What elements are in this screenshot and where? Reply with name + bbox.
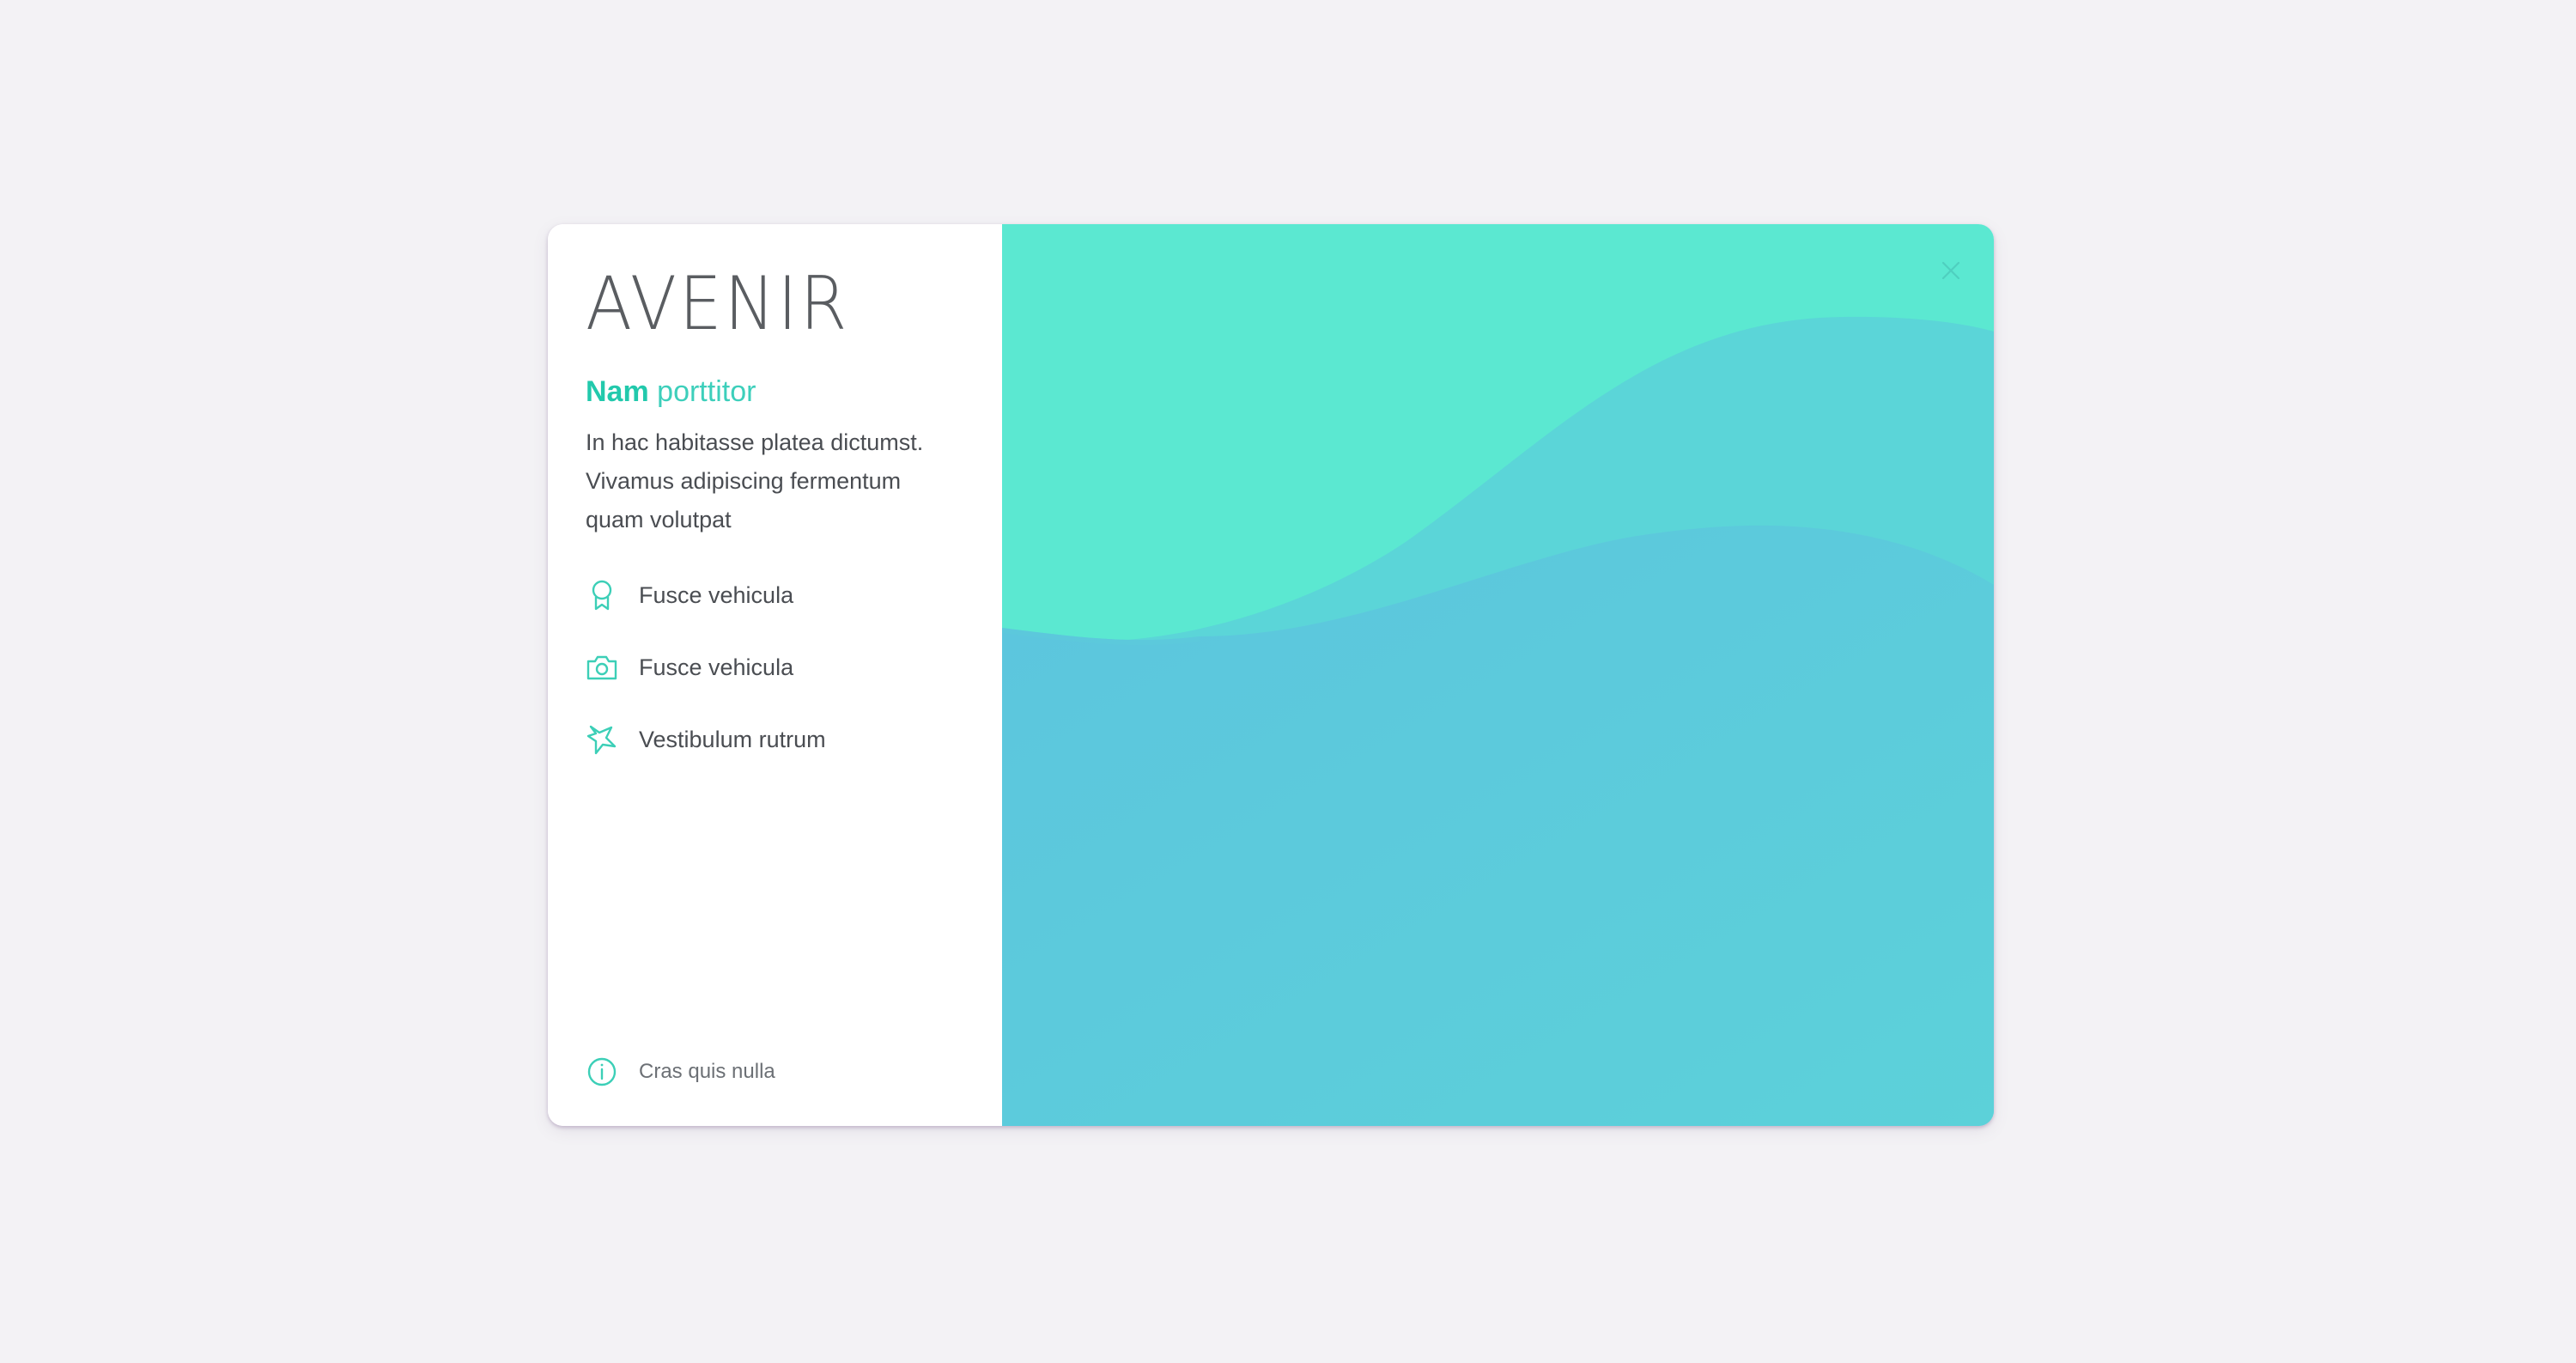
- award-ribbon-icon: [586, 579, 618, 612]
- camera-icon: [586, 651, 618, 684]
- headline: Nam porttitor: [586, 377, 756, 406]
- feature-label: Fusce vehicula: [639, 654, 794, 680]
- close-icon: [1941, 261, 1960, 280]
- feature-label: Fusce vehicula: [639, 581, 794, 608]
- feature-label: Vestibulum rutrum: [639, 726, 826, 752]
- feature-item: Fusce vehicula: [586, 559, 981, 631]
- feature-item: Vestibulum rutrum: [586, 703, 981, 776]
- close-button[interactable]: [1935, 255, 1966, 286]
- hero-illustration: [1002, 224, 1994, 1126]
- star-icon: [586, 723, 618, 756]
- headline-rest: porttitor: [657, 375, 756, 408]
- description-text: In hac habitasse platea dictumst. Vivamu…: [586, 429, 924, 532]
- headline-bold: Nam: [586, 375, 649, 408]
- feature-list: Fusce vehicula Fusce vehicula Vestibulum…: [586, 559, 981, 776]
- wave-illustration: [1002, 224, 1994, 1126]
- info-icon: [586, 1056, 618, 1088]
- brand-logo: AVENIR: [586, 267, 872, 341]
- footer-label: Cras quis nulla: [639, 1060, 775, 1083]
- brand-title: AVENIR: [586, 261, 850, 347]
- feature-item: Fusce vehicula: [586, 631, 981, 703]
- left-panel: AVENIR Nam porttitor In hac habitasse pl…: [548, 224, 1002, 1126]
- modal-dialog: AVENIR Nam porttitor In hac habitasse pl…: [548, 224, 1994, 1126]
- footer-info: Cras quis nulla: [586, 1056, 775, 1088]
